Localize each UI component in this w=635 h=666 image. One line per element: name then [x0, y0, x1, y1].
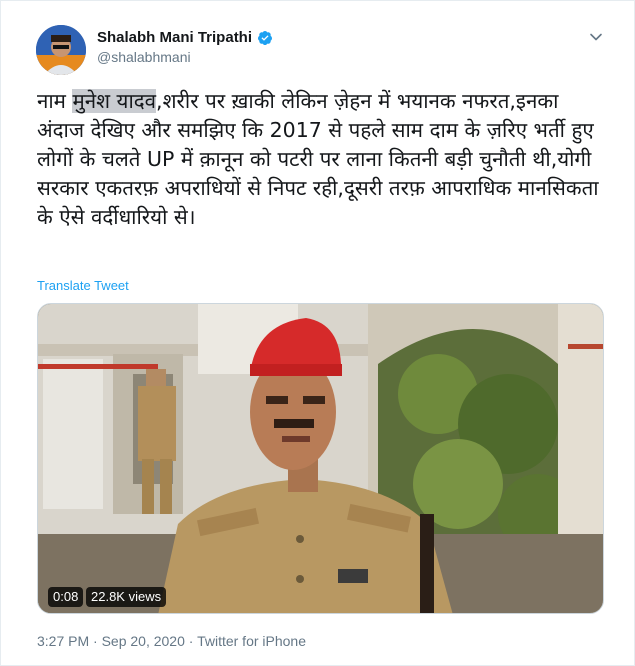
video-duration: 0:08 — [48, 587, 84, 607]
video-thumbnail — [38, 304, 603, 613]
author-avatar[interactable] — [36, 25, 86, 75]
author-handle[interactable]: @shalabhmani — [97, 49, 273, 65]
tweet-timestamp[interactable]: 3:27 PM · Sep 20, 2020 · Twitter for iPh… — [37, 633, 306, 649]
verified-badge-icon — [258, 30, 273, 45]
author-display-name[interactable]: Shalabh Mani Tripathi — [97, 29, 252, 46]
video-view-count: 22.8K views — [86, 587, 167, 607]
author-info: Shalabh Mani Tripathi @shalabhmani — [97, 29, 273, 65]
tweet-text: नाम मुनेश यादव,शरीर पर ख़ाकी लेकिन ज़ेहन… — [37, 87, 607, 232]
translate-tweet-link[interactable]: Translate Tweet — [37, 278, 129, 293]
chevron-down-icon[interactable] — [588, 29, 604, 45]
tweet-text-start: नाम — [37, 89, 73, 113]
avatar-photo — [36, 25, 86, 75]
tweet-card: Shalabh Mani Tripathi @shalabhmani नाम म… — [0, 0, 635, 666]
video-player[interactable]: 0:08 22.8K views — [37, 303, 604, 614]
tweet-text-highlight: मुनेश यादव — [72, 89, 157, 113]
